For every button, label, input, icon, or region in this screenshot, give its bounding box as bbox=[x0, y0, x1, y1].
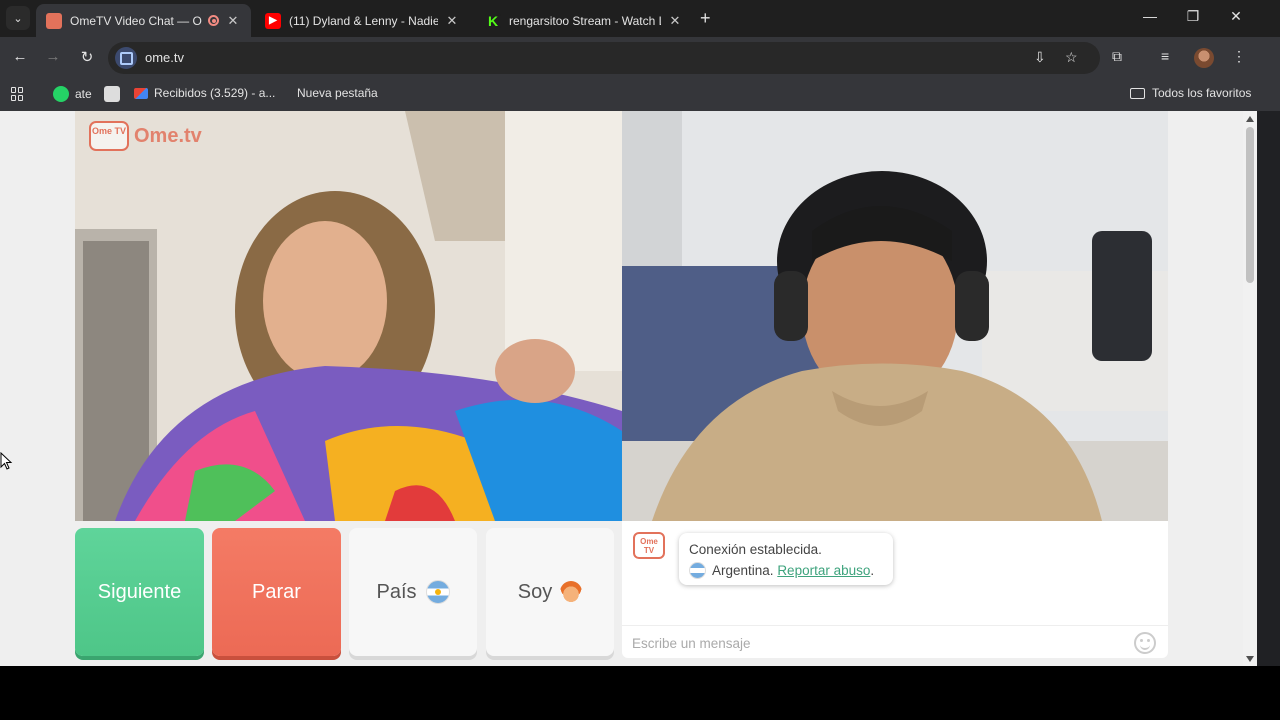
address-bar[interactable]: ome.tv ⇩ ☆ bbox=[108, 42, 1100, 74]
restore-icon[interactable]: ❐ bbox=[1183, 8, 1203, 25]
bookmark-label: Nueva pestaña bbox=[297, 86, 378, 100]
recording-icon bbox=[208, 15, 219, 26]
folder-icon bbox=[1130, 87, 1145, 99]
message-input-area bbox=[622, 625, 1168, 658]
tab-title: rengarsitoo Stream - Watch Liv bbox=[509, 13, 661, 28]
gender-button-label: Soy bbox=[517, 580, 553, 603]
system-message: Conexión establecida. Argentina. Reporta… bbox=[679, 533, 893, 585]
mouse-cursor-icon bbox=[0, 452, 13, 470]
gmail-icon bbox=[134, 87, 148, 99]
apps-grid-icon[interactable] bbox=[11, 87, 25, 101]
argentina-flag-icon bbox=[689, 562, 706, 579]
ometv-page: Ome TV Ome.tv Siguiente Parar País Soy O… bbox=[0, 111, 1257, 666]
chat-panel: Ome TV Conexión establecida. Argentina. … bbox=[622, 521, 1168, 658]
report-suffix: . bbox=[870, 563, 875, 578]
local-video-frame bbox=[75, 111, 622, 521]
ometv-chat-logo-icon: Ome TV bbox=[633, 532, 665, 559]
bookmark-openai[interactable] bbox=[104, 86, 126, 102]
browser-toolbar: ← → ↻ ome.tv ⇩ ☆ ⧉ ≡ ⋮ bbox=[0, 37, 1280, 79]
close-tab-icon[interactable]: ✕ bbox=[667, 13, 683, 29]
new-tab-icon[interactable]: + bbox=[700, 8, 711, 29]
kick-favicon-icon: K bbox=[485, 12, 501, 29]
bookmark-label: Recibidos (3.529) - a... bbox=[154, 86, 276, 100]
forward-icon[interactable]: → bbox=[43, 48, 63, 65]
site-info-icon[interactable] bbox=[115, 47, 137, 69]
tab-strip: ⌄ OmeTV Video Chat — Ome ✕ ▶ (11) Dyland… bbox=[0, 0, 1280, 37]
tab-youtube[interactable]: ▶ (11) Dyland & Lenny - Nadie Te ✕ bbox=[255, 4, 470, 37]
bookmark-label: ate bbox=[75, 87, 92, 101]
all-bookmarks-label: Todos los favoritos bbox=[1152, 86, 1252, 100]
gender-button[interactable]: Soy bbox=[486, 528, 614, 656]
ometv-logo-icon: Ome TV bbox=[89, 121, 129, 151]
country-button-label: País bbox=[376, 580, 417, 603]
tab-search-button[interactable]: ⌄ bbox=[6, 6, 30, 30]
emoji-picker-icon[interactable] bbox=[1134, 632, 1156, 654]
minimize-icon[interactable]: — bbox=[1140, 8, 1160, 24]
next-button-label: Siguiente bbox=[97, 580, 182, 603]
reload-icon[interactable]: ↻ bbox=[77, 48, 97, 66]
bookmark-new-tab[interactable]: Nueva pestaña bbox=[297, 86, 378, 100]
local-video: Ome TV Ome.tv bbox=[75, 111, 622, 521]
connection-status: Conexión establecida. bbox=[689, 542, 822, 557]
ometv-favicon-icon bbox=[46, 12, 62, 29]
install-app-icon[interactable]: ⇩ bbox=[1034, 49, 1046, 66]
ometv-logo-text: Ome.tv bbox=[134, 124, 202, 147]
stop-button-label: Parar bbox=[252, 580, 301, 603]
tab-title: OmeTV Video Chat — Ome bbox=[70, 13, 202, 28]
extensions-icon[interactable]: ⧉ bbox=[1112, 48, 1122, 65]
youtube-favicon-icon: ▶ bbox=[265, 12, 281, 29]
scrollbar-thumb[interactable] bbox=[1246, 127, 1254, 283]
bookmark-whatsapp[interactable]: ate bbox=[53, 86, 92, 102]
browser-window: ⌄ OmeTV Video Chat — Ome ✕ ▶ (11) Dyland… bbox=[0, 0, 1280, 666]
report-abuse-link[interactable]: Reportar abuso bbox=[777, 560, 870, 581]
remote-video-frame bbox=[622, 111, 1168, 521]
message-input[interactable] bbox=[632, 633, 1122, 653]
tab-ometv[interactable]: OmeTV Video Chat — Ome ✕ bbox=[36, 4, 251, 37]
page-scrollbar[interactable] bbox=[1243, 111, 1257, 666]
argentina-flag-icon bbox=[425, 580, 450, 604]
menu-icon[interactable]: ⋮ bbox=[1232, 48, 1246, 65]
bookmark-star-icon[interactable]: ☆ bbox=[1065, 49, 1078, 66]
country-button[interactable]: País bbox=[349, 528, 477, 656]
bookmarks-bar: ate Recibidos (3.529) - a... Nueva pesta… bbox=[0, 79, 1280, 111]
partner-country: Argentina. bbox=[712, 563, 774, 578]
url-text: ome.tv bbox=[145, 50, 185, 65]
all-bookmarks[interactable]: Todos los favoritos bbox=[1130, 86, 1251, 100]
boy-emoji-icon bbox=[560, 581, 583, 603]
close-tab-icon[interactable]: ✕ bbox=[444, 13, 460, 29]
scroll-down-arrow-icon[interactable] bbox=[1246, 656, 1254, 662]
bookmark-gmail[interactable]: Recibidos (3.529) - a... bbox=[134, 86, 275, 100]
ometv-logo: Ome TV Ome.tv bbox=[89, 121, 202, 151]
tab-kick[interactable]: K rengarsitoo Stream - Watch Liv ✕ bbox=[475, 4, 693, 37]
scroll-up-arrow-icon[interactable] bbox=[1246, 116, 1254, 122]
profile-avatar[interactable] bbox=[1194, 48, 1214, 68]
next-button[interactable]: Siguiente bbox=[75, 528, 204, 656]
remote-video bbox=[622, 111, 1168, 521]
openai-icon bbox=[104, 86, 120, 102]
media-control-icon[interactable]: ≡ bbox=[1161, 48, 1169, 64]
stop-button[interactable]: Parar bbox=[212, 528, 341, 656]
close-window-icon[interactable]: ✕ bbox=[1226, 8, 1246, 25]
tab-title: (11) Dyland & Lenny - Nadie Te bbox=[289, 13, 438, 28]
whatsapp-icon bbox=[53, 86, 69, 102]
close-tab-icon[interactable]: ✕ bbox=[225, 13, 241, 29]
back-icon[interactable]: ← bbox=[10, 48, 30, 65]
